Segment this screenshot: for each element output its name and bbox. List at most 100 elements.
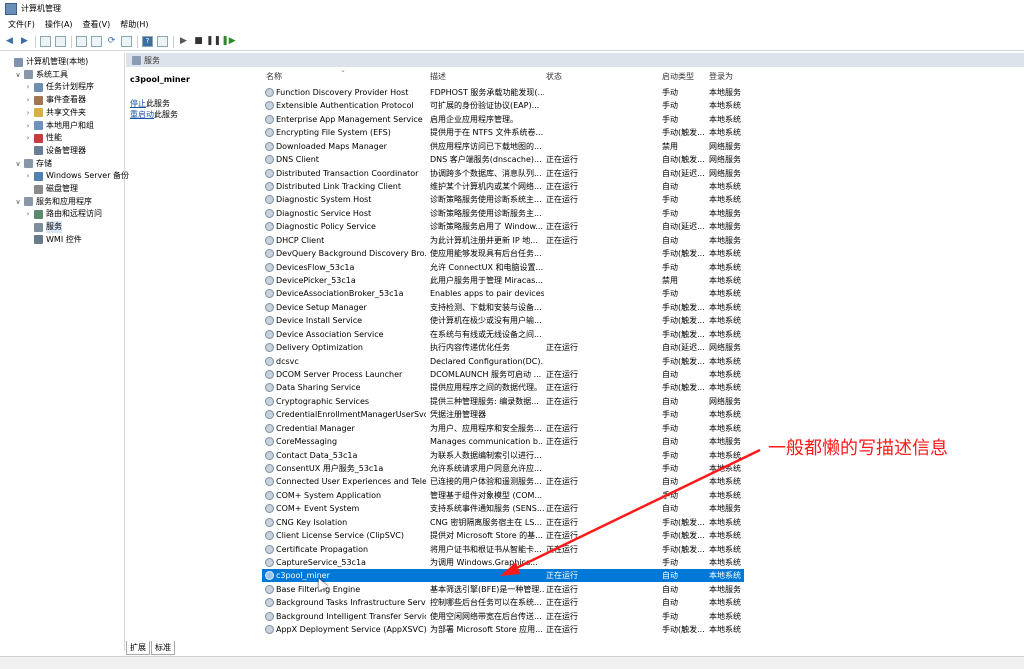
tree-item-7[interactable]: 设备管理器: [24, 145, 86, 157]
expander-icon[interactable]: ›: [24, 120, 32, 132]
service-row[interactable]: DNS Client DNS 客户端服务(dnscache)... 正在运行 自动(触…: [262, 153, 744, 166]
service-row[interactable]: Enterprise App Management Service 启用企业应用程…: [262, 113, 744, 126]
service-logon: 本地系统: [709, 558, 741, 568]
service-row[interactable]: Encrypting File System (EFS) 提供用于在 NTFS 文…: [262, 126, 744, 139]
expander-icon[interactable]: ∨: [14, 158, 22, 170]
gear-icon: [265, 249, 274, 259]
expander-icon[interactable]: ›: [24, 81, 32, 93]
tree-item-8[interactable]: ∨ 存储: [14, 158, 52, 170]
show-tree-icon[interactable]: [55, 36, 66, 47]
service-row[interactable]: Downloaded Maps Manager 供应用程序访问已下载地图的... 禁…: [262, 140, 744, 153]
menu-item-3[interactable]: 帮助(H): [120, 19, 148, 30]
service-startup-type: 自动(延迟...: [662, 168, 705, 178]
resume-icon[interactable]: ❚▶: [221, 36, 235, 47]
expander-icon[interactable]: ›: [24, 170, 32, 182]
column-header-description[interactable]: 描述: [430, 70, 446, 84]
menu-item-0[interactable]: 文件(F): [8, 19, 35, 30]
tree-item-1[interactable]: ∨ 系统工具: [14, 69, 68, 81]
column-header-logon-as[interactable]: 登录为: [709, 70, 733, 84]
expander-icon[interactable]: ∨: [14, 196, 22, 208]
service-row[interactable]: Certificate Propagation 将用户证书和根证书从智能卡... 正…: [262, 543, 744, 556]
service-row[interactable]: DeviceAssociationBroker_53c1a Enables app…: [262, 287, 744, 300]
tree-item-14[interactable]: WMI 控件: [24, 234, 82, 246]
service-row[interactable]: Extensible Authentication Protocol 可扩展的身份…: [262, 99, 744, 112]
back-arrow-icon[interactable]: ◀: [4, 36, 15, 47]
play-icon[interactable]: ▶: [178, 36, 189, 47]
forward-arrow-icon[interactable]: ▶: [19, 36, 30, 47]
service-row[interactable]: DevicePicker_53c1a 此用户服务用于管理 Miracas... 禁用…: [262, 274, 744, 287]
service-row[interactable]: Base Filtering Engine 基本筛选引擎(BFE)是一种管理...…: [262, 583, 744, 596]
service-row[interactable]: Distributed Transaction Coordinator 协调跨多个…: [262, 167, 744, 180]
service-row[interactable]: Diagnostic Service Host 诊断策略服务使用诊断服务主... 手…: [262, 207, 744, 220]
service-description: Declared Configuration(DC)...: [430, 356, 544, 366]
tree-item-4[interactable]: › 共享文件夹: [24, 107, 86, 119]
tree-item-11[interactable]: ∨ 服务和应用程序: [14, 196, 92, 208]
service-row[interactable]: Background Tasks Infrastructure Servi...…: [262, 596, 744, 609]
display-icon[interactable]: [157, 36, 168, 47]
service-row[interactable]: ConsentUX 用户服务_53c1a 允许系统请求用户同意允许应... 手动 本地…: [262, 462, 744, 475]
service-row[interactable]: AppX Deployment Service (AppXSVC) 为部署 Mic…: [262, 623, 744, 636]
tree-item-2[interactable]: › 任务计划程序: [24, 81, 94, 93]
column-header-name[interactable]: 名称: [266, 70, 282, 84]
service-row[interactable]: CoreMessaging Manages communication b... 正…: [262, 435, 744, 448]
column-header-startup-type[interactable]: 启动类型: [662, 70, 694, 84]
gear-icon: [265, 598, 274, 608]
service-startup-type: 手动(触发...: [662, 383, 705, 393]
service-row[interactable]: DCOM Server Process Launcher DCOMLAUNCH 服…: [262, 368, 744, 381]
menu-item-1[interactable]: 操作(A): [45, 19, 73, 30]
service-row[interactable]: COM+ System Application 管理基于组件对象模型 (COM..…: [262, 489, 744, 502]
tree-item-12[interactable]: › 路由和远程访问: [24, 208, 102, 220]
service-row[interactable]: DevQuery Background Discovery Bro... 使应用能…: [262, 247, 744, 260]
service-row[interactable]: Delivery Optimization 执行内容传递优化任务 正在运行 自动(延迟…: [262, 341, 744, 354]
service-row[interactable]: dcsvc Declared Configuration(DC)... 手动(触发.…: [262, 355, 744, 368]
service-row[interactable]: DevicesFlow_53c1a 允许 ConnectUX 和电脑设置... 手动…: [262, 261, 744, 274]
service-row[interactable]: Function Discovery Provider Host FDPHOST …: [262, 86, 744, 99]
service-row[interactable]: Contact Data_53c1a 为联系人数据编制索引以进行... 手动 本地系统: [262, 449, 744, 462]
menu-item-2[interactable]: 查看(V): [83, 19, 111, 30]
service-row[interactable]: Device Association Service 在系统与有线或无线设备之间.…: [262, 328, 744, 341]
restart-service-link[interactable]: 重启动: [130, 110, 154, 119]
service-row[interactable]: Diagnostic Policy Service 诊断策略服务启用了 Windo…: [262, 220, 744, 233]
tree-item-6[interactable]: › 性能: [24, 132, 62, 144]
stop-service-link[interactable]: 停止: [130, 99, 146, 108]
expander-icon[interactable]: ›: [24, 132, 32, 144]
properties-icon[interactable]: [76, 36, 87, 47]
expander-icon[interactable]: ›: [24, 107, 32, 119]
service-row[interactable]: Device Setup Manager 支持检测、下载和安装与设备... 手动(触…: [262, 301, 744, 314]
help-icon[interactable]: ?: [142, 36, 153, 47]
tree-item-10[interactable]: 磁盘管理: [24, 183, 78, 195]
export-icon[interactable]: [91, 36, 102, 47]
up-folder-icon[interactable]: [40, 36, 51, 47]
service-row[interactable]: COM+ Event System 支持系统事件通知服务 (SENS... 正在运行…: [262, 502, 744, 515]
pause-icon[interactable]: ❚❚: [206, 36, 221, 47]
tab-1[interactable]: 标准: [151, 641, 175, 655]
service-row[interactable]: Data Sharing Service 提供应用程序之间的数据代理。 正在运行 手动…: [262, 381, 744, 394]
service-row[interactable]: DHCP Client 为此计算机注册并更新 IP 地... 正在运行 自动 本地服务: [262, 234, 744, 247]
tree-item-0[interactable]: 计算机管理(本地): [4, 56, 88, 68]
stop-icon[interactable]: ■: [193, 36, 204, 47]
service-row[interactable]: Credential Manager 为用户、应用程序和安全服务... 正在运行 手动…: [262, 422, 744, 435]
service-row[interactable]: Client License Service (ClipSVC) 提供对 Micr…: [262, 529, 744, 542]
service-row[interactable]: CNG Key Isolation CNG 密钥隔离服务宿主在 LS... 正在运行…: [262, 516, 744, 529]
service-row[interactable]: c3pool_miner 正在运行 自动 本地系统: [262, 569, 744, 583]
service-row[interactable]: Connected User Experiences and Tele... 已连…: [262, 475, 744, 488]
service-row[interactable]: CaptureService_53c1a 为调用 Windows.Graphics…: [262, 556, 744, 569]
refresh-icon[interactable]: ⟳: [106, 36, 117, 47]
tree-item-13[interactable]: 服务: [24, 221, 62, 234]
service-row[interactable]: CredentialEnrollmentManagerUserSvc... 凭据注…: [262, 408, 744, 421]
service-row[interactable]: Cryptographic Services 提供三种管理服务: 编录数据... 正…: [262, 395, 744, 408]
new-window-icon[interactable]: [121, 36, 132, 47]
expander-icon[interactable]: ›: [24, 94, 32, 106]
expander-icon[interactable]: ∨: [14, 69, 22, 81]
expander-icon[interactable]: ›: [24, 208, 32, 220]
tree-item-3[interactable]: › 事件查看器: [24, 94, 86, 106]
tree-item-5[interactable]: › 本地用户和组: [24, 120, 94, 132]
column-header-status[interactable]: 状态: [546, 70, 562, 84]
service-row[interactable]: Background Intelligent Transfer Service 使…: [262, 610, 744, 623]
service-row[interactable]: Device Install Service 使计算机在极少或没有用户输... 手动…: [262, 314, 744, 327]
service-row[interactable]: Diagnostic System Host 诊断策略服务使用诊断系统主... 正在…: [262, 193, 744, 206]
tab-0[interactable]: 扩展: [126, 641, 150, 655]
tree-item-9[interactable]: › Windows Server 备份: [24, 170, 129, 182]
service-row[interactable]: Distributed Link Tracking Client 维护某个计算机内…: [262, 180, 744, 193]
tree-item-label: 本地用户和组: [46, 120, 94, 130]
